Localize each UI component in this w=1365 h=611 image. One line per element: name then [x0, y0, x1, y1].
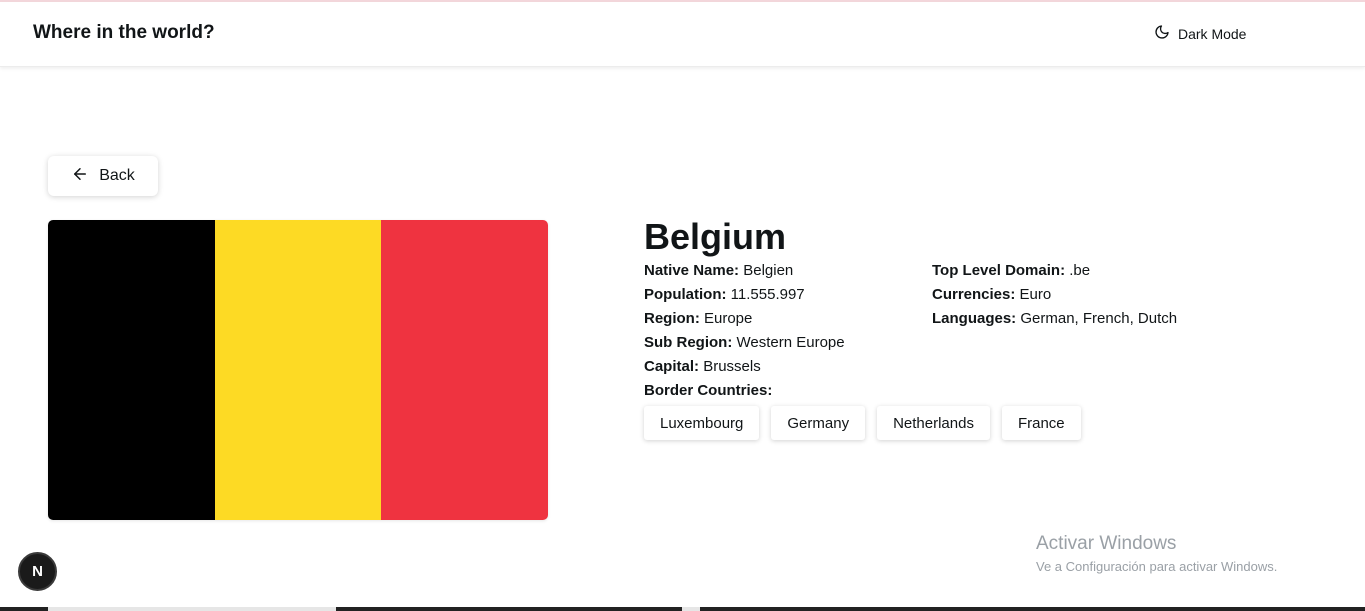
info-region: Region: Europe: [644, 307, 845, 331]
app-header: Where in the world? Dark Mode: [0, 2, 1365, 67]
flag-stripe-red: [381, 220, 548, 520]
watermark-title: Activar Windows: [1036, 533, 1177, 554]
info-value: .be: [1069, 262, 1091, 279]
info-value: 11.555.997: [730, 286, 805, 303]
border-countries-list: Luxembourg Germany Netherlands France: [644, 406, 1081, 440]
info-top-level-domain: Top Level Domain: .be: [932, 259, 1177, 283]
info-value: German, French, Dutch: [1020, 310, 1178, 327]
info-label: Capital:: [644, 358, 700, 375]
info-population: Population: 11.555.997: [644, 283, 845, 307]
info-label: Sub Region:: [644, 334, 733, 351]
country-flag: [48, 220, 548, 520]
info-sub-region: Sub Region: Western Europe: [644, 331, 845, 355]
info-label: Currencies:: [932, 286, 1016, 303]
windows-activation-watermark: Activar Windows Ve a Configuración para …: [1036, 532, 1277, 577]
info-capital: Capital: Brussels: [644, 355, 845, 379]
border-country-button[interactable]: France: [1001, 406, 1081, 440]
bottom-edge: [0, 607, 1365, 611]
dark-mode-label: Dark Mode: [1178, 25, 1247, 42]
info-value: Europe: [704, 310, 753, 327]
info-value: Belgien: [743, 262, 794, 279]
moon-icon: [1154, 24, 1170, 43]
arrow-left-icon: [71, 165, 89, 188]
info-label: Population:: [644, 286, 727, 303]
info-label: Top Level Domain:: [932, 262, 1066, 279]
flag-stripe-black: [48, 220, 215, 520]
info-native-name: Native Name: Belgien: [644, 259, 845, 283]
flag-stripe-yellow: [214, 220, 382, 520]
info-currencies: Currencies: Euro: [932, 283, 1177, 307]
info-value: Brussels: [703, 358, 761, 375]
back-button[interactable]: Back: [48, 156, 158, 196]
border-countries-label: Border Countries:: [644, 382, 773, 399]
info-column-primary: Native Name: Belgien Population: 11.555.…: [644, 259, 845, 379]
dev-tools-badge[interactable]: N: [18, 552, 57, 591]
info-languages: Languages: German, French, Dutch: [932, 307, 1177, 331]
info-value: Euro: [1019, 286, 1052, 303]
country-name: Belgium: [644, 216, 787, 257]
app-title: Where in the world?: [33, 22, 215, 43]
border-country-button[interactable]: Luxembourg: [644, 406, 760, 440]
info-value: Western Europe: [736, 334, 845, 351]
border-country-button[interactable]: Netherlands: [877, 406, 990, 440]
info-label: Languages:: [932, 310, 1017, 327]
dark-mode-toggle[interactable]: Dark Mode: [1154, 24, 1246, 43]
info-column-secondary: Top Level Domain: .be Currencies: Euro L…: [932, 259, 1177, 331]
border-country-button[interactable]: Germany: [771, 406, 866, 440]
back-label: Back: [99, 167, 135, 184]
info-label: Region:: [644, 310, 700, 327]
info-label: Native Name:: [644, 262, 740, 279]
watermark-subtitle: Ve a Configuración para activar Windows.: [1036, 559, 1278, 574]
